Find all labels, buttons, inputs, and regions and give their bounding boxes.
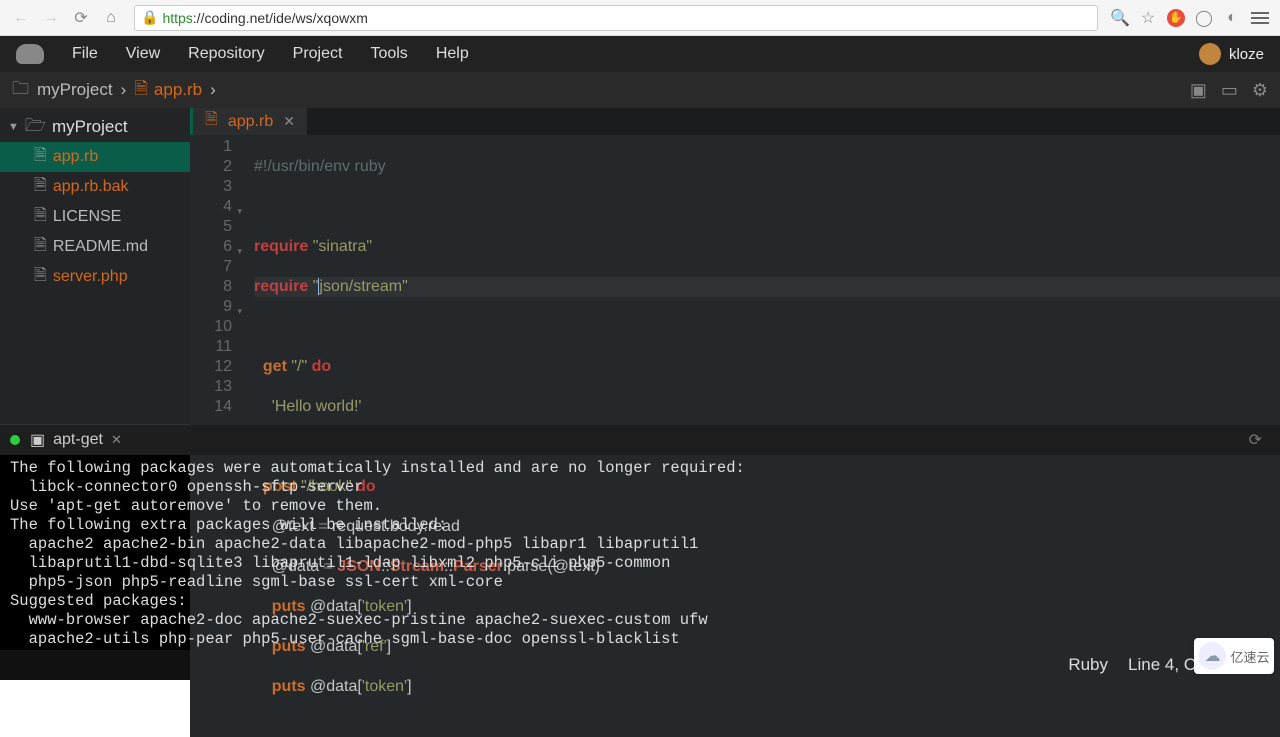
file-icon: 🗎 <box>34 204 47 231</box>
folder-icon: 🗀 <box>12 76 29 105</box>
editor-tab-label: app.rb <box>228 113 273 131</box>
url-bar[interactable]: 🔒 https://coding.net/ide/ws/xqowxm <box>134 5 1098 31</box>
file-icon: 🗎 <box>34 174 47 201</box>
back-button[interactable]: ← <box>8 5 34 31</box>
caret-down-icon: ▼ <box>8 121 19 133</box>
menu-file[interactable]: File <box>72 45 98 63</box>
breadcrumb-file[interactable]: 🗎 app.rb <box>134 76 202 105</box>
file-icon: 🗎 <box>205 108 218 135</box>
chevron-right-icon: › <box>210 80 216 100</box>
tree-file-license[interactable]: 🗎 LICENSE <box>0 202 190 232</box>
breadcrumb-project[interactable]: myProject <box>37 80 113 100</box>
chevron-right-icon: › <box>121 80 127 100</box>
menu-tools[interactable]: Tools <box>370 45 407 63</box>
breadcrumb-bar: 🗀 myProject › 🗎 app.rb › ▣ ▭ ⚙ <box>0 72 1280 108</box>
extension-circle-icon[interactable]: ◯ <box>1194 8 1214 28</box>
adblock-icon[interactable]: ✋ <box>1166 8 1186 28</box>
editor-tabbar: 🗎 app.rb ✕ <box>190 108 1280 135</box>
terminal-tab-label: apt-get <box>53 431 103 449</box>
editor-tab[interactable]: 🗎 app.rb ✕ <box>193 108 307 135</box>
reload-button[interactable]: ⟳ <box>68 5 94 31</box>
terminal-output[interactable]: The following packages were automaticall… <box>0 455 1280 650</box>
watermark-badge: ☁ 亿速云 <box>1194 638 1274 674</box>
file-icon: 🗎 <box>34 144 47 171</box>
tree-file-app-rb-bak[interactable]: 🗎 app.rb.bak <box>0 172 190 202</box>
editor-area: 🗎 app.rb ✕ 1234▾56▾789▾1011121314 #!/usr… <box>190 108 1280 424</box>
refresh-icon[interactable]: ⟳ <box>1249 430 1262 450</box>
tree-file-label: server.php <box>53 268 128 286</box>
watermark-text: 亿速云 <box>1230 647 1269 666</box>
browser-menu-icon[interactable] <box>1250 8 1270 28</box>
menu-help[interactable]: Help <box>436 45 469 63</box>
tree-file-readme[interactable]: 🗎 README.md <box>0 232 190 262</box>
terminal-panel: ▣ apt-get ✕ ⟳ The following packages wer… <box>0 424 1280 650</box>
menu-project[interactable]: Project <box>293 45 343 63</box>
tree-file-label: LICENSE <box>53 208 121 226</box>
status-language[interactable]: Ruby <box>1068 655 1108 675</box>
file-tree: ▼ 🗁 myProject 🗎 app.rb 🗎 app.rb.bak 🗎 LI… <box>0 108 190 424</box>
menu-repository[interactable]: Repository <box>188 45 264 63</box>
bookmark-star-icon[interactable]: ☆ <box>1138 8 1158 28</box>
forward-button[interactable]: → <box>38 5 64 31</box>
breadcrumb-file-label: app.rb <box>154 80 202 100</box>
url-scheme: https <box>162 10 192 26</box>
close-icon[interactable]: ✕ <box>111 432 122 448</box>
file-icon: 🗎 <box>34 234 47 261</box>
tree-file-server-php[interactable]: 🗎 server.php <box>0 262 190 292</box>
file-icon: 🗎 <box>34 264 47 291</box>
panel-toggle-icon[interactable]: ▭ <box>1221 80 1238 101</box>
username: kloze <box>1229 46 1264 63</box>
url-path: ://coding.net/ide/ws/xqowxm <box>193 10 368 26</box>
tree-file-label: app.rb <box>53 148 98 166</box>
watermark-icon: ☁ <box>1198 642 1226 670</box>
home-button[interactable]: ⌂ <box>98 5 124 31</box>
folder-open-icon: 🗁 <box>25 113 46 142</box>
tree-file-label: README.md <box>53 238 148 256</box>
main-split: ▼ 🗁 myProject 🗎 app.rb 🗎 app.rb.bak 🗎 LI… <box>0 108 1280 424</box>
terminal-tabbar: ▣ apt-get ✕ ⟳ <box>0 425 1280 455</box>
ide-menubar: File View Repository Project Tools Help … <box>0 36 1280 72</box>
file-icon: 🗎 <box>134 76 148 105</box>
tree-file-app-rb[interactable]: 🗎 app.rb <box>0 142 190 172</box>
tree-root-label: myProject <box>52 117 128 137</box>
tree-file-label: app.rb.bak <box>53 178 129 196</box>
lock-icon: 🔒 <box>141 9 158 26</box>
terminal-status-dot <box>10 435 20 445</box>
terminal-icon: ▣ <box>30 430 45 450</box>
ide-logo-icon[interactable] <box>16 44 44 64</box>
zoom-icon[interactable]: 🔍 <box>1110 8 1130 28</box>
close-icon[interactable]: ✕ <box>283 113 295 130</box>
avatar <box>1199 43 1221 65</box>
extension-eye-icon[interactable]: ◐ <box>1222 8 1242 28</box>
menu-view[interactable]: View <box>126 45 160 63</box>
tree-root[interactable]: ▼ 🗁 myProject <box>0 112 190 142</box>
user-area[interactable]: kloze <box>1199 43 1264 65</box>
settings-gear-icon[interactable]: ⚙ <box>1252 80 1268 101</box>
terminal-tab[interactable]: ▣ apt-get ✕ <box>30 430 122 450</box>
terminal-toggle-icon[interactable]: ▣ <box>1190 80 1207 101</box>
browser-toolbar: ← → ⟳ ⌂ 🔒 https://coding.net/ide/ws/xqow… <box>0 0 1280 36</box>
